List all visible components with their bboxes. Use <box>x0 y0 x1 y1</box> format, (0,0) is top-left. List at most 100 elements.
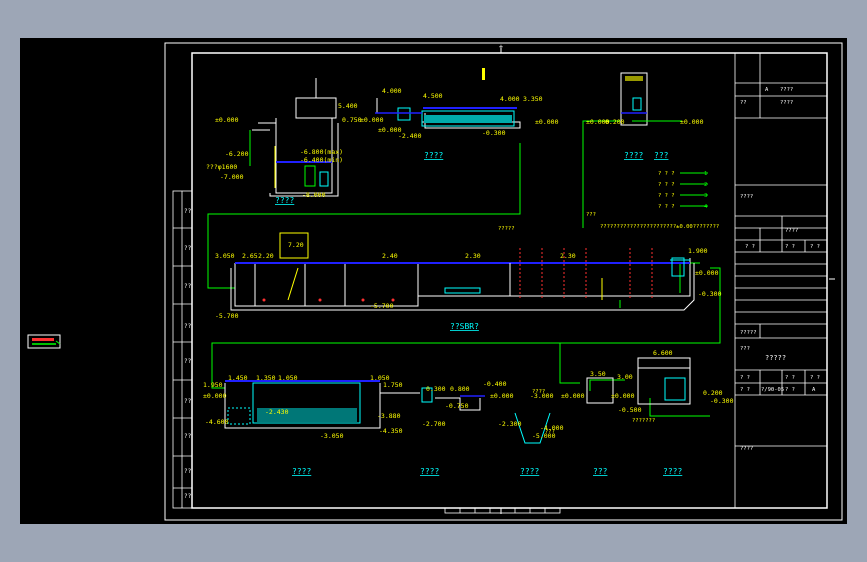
svg-text:2.30: 2.30 <box>465 252 481 260</box>
svg-text:??: ?? <box>184 323 192 330</box>
title-blower: ??? <box>593 467 608 476</box>
svg-text:±0.000: ±0.000 <box>360 116 384 124</box>
svg-text:2.30: 2.30 <box>560 252 576 260</box>
tb-field-4: ???? <box>740 194 753 200</box>
svg-text:-4.350: -4.350 <box>379 427 403 435</box>
title-block <box>734 53 827 508</box>
pump-house <box>620 72 682 126</box>
svg-text:0.800: 0.800 <box>450 385 470 393</box>
left-strip-table <box>172 190 193 509</box>
svg-text:-5.700: -5.700 <box>370 302 394 310</box>
svg-text:±0.000: ±0.000 <box>680 118 704 126</box>
wet-well <box>249 78 339 197</box>
svg-text:0.750: 0.750 <box>342 116 362 124</box>
svg-text:2.20: 2.20 <box>258 252 274 260</box>
tb-field-19: ???? <box>740 446 753 452</box>
title-contact-tank: ???? <box>292 467 311 476</box>
title-grit-chamber: ???? <box>424 151 443 160</box>
svg-text:-2.400: -2.400 <box>398 132 422 140</box>
svg-text:-3.050: -3.050 <box>320 432 344 440</box>
sbr-aerators <box>519 248 653 300</box>
tb-field-17: ? ? <box>785 387 795 393</box>
svg-text:-6.400(min): -6.400(min) <box>300 156 343 164</box>
svg-text:???????????????????????±0.00??: ???????????????????????±0.00???????? <box>600 224 719 230</box>
tb-field-5: ???? <box>785 228 798 234</box>
svg-text:-5.700: -5.700 <box>215 312 239 320</box>
svg-text:-6.800(max): -6.800(max) <box>300 148 343 156</box>
svg-text:??: ?? <box>184 245 192 252</box>
blower-house <box>586 357 691 405</box>
svg-text:1.050: 1.050 <box>278 374 298 382</box>
svg-text:3.50: 3.50 <box>590 370 606 378</box>
pipe-network <box>207 120 721 417</box>
svg-text:6.600: 6.600 <box>653 349 673 357</box>
svg-text:??: ?? <box>184 433 192 440</box>
svg-text:4.000: 4.000 <box>382 87 402 95</box>
svg-text:±0.000: ±0.000 <box>215 116 239 124</box>
svg-text:±0.000: ±0.000 <box>611 392 635 400</box>
svg-text:-0.300: -0.300 <box>698 290 722 298</box>
svg-text:-0.500: -0.500 <box>618 406 642 414</box>
svg-text:??: ?? <box>184 493 192 500</box>
legend-number: 3 <box>704 193 707 199</box>
tb-field-11: ??? <box>740 346 750 352</box>
title-pump-house: ???? <box>624 151 643 160</box>
viewport-marker <box>27 334 61 349</box>
svg-text:±0.000: ±0.000 <box>695 269 719 277</box>
svg-text:???????: ??????? <box>632 418 655 424</box>
svg-text:0.200: 0.200 <box>703 389 723 397</box>
tb-field-12: ? ? <box>740 375 750 381</box>
svg-text:??: ?? <box>184 358 192 365</box>
cad-drawing: + ???? ???? ???? ???? ?? A ???? ???? ?? … <box>27 42 843 521</box>
svg-text:0.300: 0.300 <box>426 385 446 393</box>
svg-text:2.65: 2.65 <box>242 252 258 260</box>
title-outfall: ???? <box>520 467 539 476</box>
svg-text:???: ??? <box>545 429 555 435</box>
svg-text:1.450: 1.450 <box>228 374 248 382</box>
svg-text:??: ?? <box>184 468 192 475</box>
tb-rev: A <box>765 87 769 93</box>
svg-text:1.900: 1.900 <box>688 247 708 255</box>
svg-text:±0.000: ±0.000 <box>561 392 585 400</box>
grit-chamber <box>375 68 521 129</box>
legend-number: 4 <box>704 204 708 210</box>
svg-text:3.00: 3.00 <box>617 373 633 381</box>
drawing-viewport[interactable]: + ???? ???? ???? ???? ?? A ???? ???? ?? … <box>20 38 847 524</box>
title-house: ???? <box>663 467 682 476</box>
title-filter: ???? <box>420 467 439 476</box>
svg-text:-4.600: -4.600 <box>205 418 229 426</box>
tb-field-9: ????? <box>740 330 757 336</box>
svg-text:4.500: 4.500 <box>423 92 443 100</box>
tb-field-3: ?? <box>740 100 747 106</box>
svg-text:3.050: 3.050 <box>215 252 235 260</box>
svg-text:1.750: 1.750 <box>383 381 403 389</box>
svg-text:-8.000: -8.000 <box>302 191 326 199</box>
svg-text:-6.200: -6.200 <box>225 150 249 158</box>
svg-text:±0.000: ±0.000 <box>535 118 559 126</box>
tb-field-8: ? ? <box>810 244 820 250</box>
tb-field-6: ? ? <box>745 244 755 250</box>
svg-text:??: ?? <box>184 398 192 405</box>
svg-text:??: ?? <box>184 208 192 215</box>
svg-text:-0.750: -0.750 <box>445 402 469 410</box>
notes: ??? ???????????????????????±0.00????????… <box>498 212 719 435</box>
svg-text:2.40: 2.40 <box>382 252 398 260</box>
svg-text:????: ???? <box>532 389 545 395</box>
tb-field-1: ???? <box>780 87 793 93</box>
svg-text:4.000: 4.000 <box>500 95 520 103</box>
svg-text:7.20: 7.20 <box>288 241 304 249</box>
svg-text:??: ?? <box>184 283 192 290</box>
svg-text:-2.700: -2.700 <box>422 420 446 428</box>
svg-text:0.200: 0.200 <box>605 118 625 126</box>
tb-field-2: ???? <box>780 100 793 106</box>
svg-text:-2.300: -2.300 <box>498 420 522 428</box>
title-wet-well: ???? <box>275 196 294 205</box>
svg-text:5.400: 5.400 <box>338 102 358 110</box>
svg-text:-0.400: -0.400 <box>483 380 507 388</box>
svg-text:±0.000: ±0.000 <box>490 392 514 400</box>
svg-text:-7.000: -7.000 <box>220 173 244 181</box>
svg-text:-2.430: -2.430 <box>265 408 289 416</box>
tb-field-16: ?/90-05 <box>761 387 784 393</box>
tb-field-7: ? ? <box>785 244 795 250</box>
title-block-text: A ???? ???? ?? ???? ???? ? ? ? ? ? ? ???… <box>740 87 820 452</box>
